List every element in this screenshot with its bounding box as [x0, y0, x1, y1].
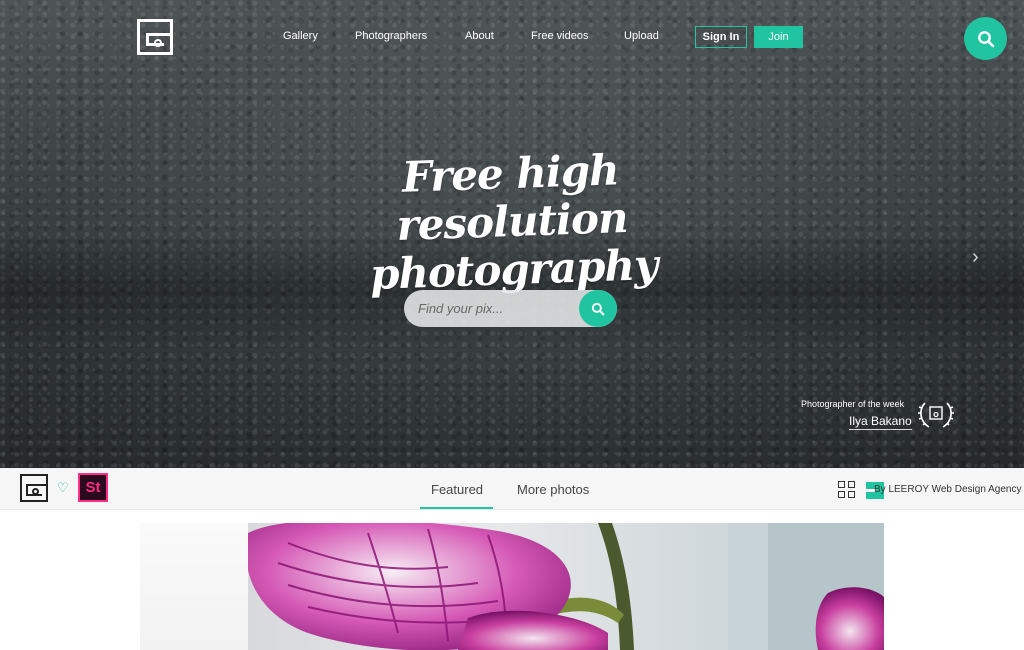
join-button[interactable]: Join	[754, 26, 803, 48]
hero-search-button[interactable]	[579, 290, 617, 327]
sign-in-button[interactable]: Sign In	[695, 26, 747, 48]
active-tab-indicator	[420, 507, 493, 509]
tab-featured[interactable]: Featured	[431, 482, 483, 497]
photographer-of-week-name[interactable]: Ilya Bakano	[849, 414, 912, 430]
nav-gallery[interactable]: Gallery	[283, 30, 318, 42]
agency-credit[interactable]: By LEEROY Web Design Agency	[874, 484, 1022, 495]
nav-free-videos[interactable]: Free videos	[531, 30, 588, 42]
tab-more-photos[interactable]: More photos	[517, 482, 589, 497]
sub-toolbar: ♡ St Featured More photos By LEEROY Web …	[0, 468, 1024, 510]
site-logo[interactable]	[137, 19, 173, 55]
search-icon	[591, 302, 605, 315]
photo-shadow	[140, 523, 250, 650]
hero-section: Gallery Photographers About Free videos …	[0, 0, 1024, 468]
laurel-badge-icon	[918, 402, 954, 428]
nav-photographers[interactable]: Photographers	[355, 30, 427, 42]
grid-view-icon[interactable]	[838, 481, 856, 499]
header-search-button[interactable]	[964, 17, 1007, 60]
photographer-of-week-label: Photographer of the week	[801, 399, 905, 409]
search-icon	[977, 30, 994, 47]
featured-photo[interactable]	[248, 523, 884, 650]
nav-about[interactable]: About	[465, 30, 494, 42]
hero-search-bar	[404, 290, 617, 327]
adobe-stock-badge[interactable]: St	[78, 473, 108, 502]
hero-search-input[interactable]	[418, 298, 568, 318]
chevron-right-icon[interactable]: ›	[972, 246, 979, 269]
hero-headline: Free high resolution photography	[298, 143, 727, 302]
headline-line-1: Free high resolution	[395, 145, 629, 251]
heart-icon[interactable]: ♡	[57, 480, 69, 496]
nav-upload[interactable]: Upload	[624, 30, 659, 42]
sub-logo[interactable]	[20, 474, 48, 502]
orchid-image	[248, 523, 884, 650]
